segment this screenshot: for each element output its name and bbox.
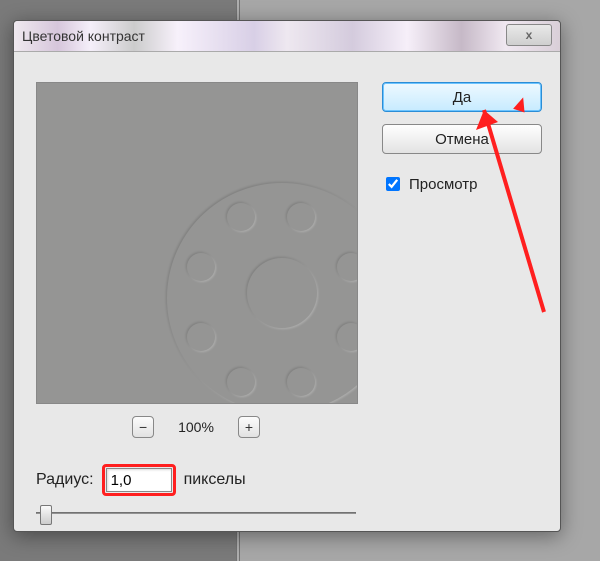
ok-label: Да [453, 89, 472, 106]
emboss-detail [287, 368, 315, 396]
radius-label: Радиус: [36, 471, 94, 489]
button-column: Да Отмена Просмотр [382, 82, 542, 194]
close-icon: x [526, 28, 533, 42]
emboss-detail [227, 203, 255, 231]
radius-slider[interactable] [36, 507, 356, 519]
ok-button[interactable]: Да [382, 82, 542, 112]
emboss-detail [287, 203, 315, 231]
plus-icon: + [245, 420, 253, 434]
radius-highlight [102, 464, 176, 496]
preview-checkbox-row: Просмотр [382, 174, 542, 194]
cancel-button[interactable]: Отмена [382, 124, 542, 154]
preview-frame[interactable] [36, 82, 358, 404]
radius-row: Радиус: пикселы [36, 464, 246, 496]
slider-thumb[interactable] [40, 505, 52, 525]
preview-checkbox[interactable] [386, 177, 400, 191]
emboss-detail [247, 258, 317, 328]
cancel-label: Отмена [435, 131, 489, 148]
emboss-detail [227, 368, 255, 396]
zoom-bar: − 100% + [36, 412, 356, 442]
emboss-detail [187, 323, 215, 351]
zoom-value: 100% [178, 419, 214, 435]
preview-checkbox-label: Просмотр [409, 176, 478, 193]
emboss-detail [337, 323, 358, 351]
emboss-detail [337, 253, 358, 281]
zoom-out-button[interactable]: − [132, 416, 154, 438]
titlebar[interactable]: Цветовой контраст x [14, 21, 560, 52]
emboss-detail [187, 253, 215, 281]
close-button[interactable]: x [506, 24, 552, 46]
minus-icon: − [139, 420, 147, 434]
radius-input[interactable] [106, 468, 172, 492]
preview-image [37, 83, 357, 403]
radius-unit: пикселы [184, 471, 246, 489]
high-pass-dialog: Цветовой контраст x − 100% [13, 20, 561, 532]
zoom-in-button[interactable]: + [238, 416, 260, 438]
slider-track-line [36, 512, 356, 514]
dialog-title: Цветовой контраст [14, 28, 145, 44]
dialog-body: − 100% + Радиус: пикселы Да Отмена [14, 52, 560, 531]
